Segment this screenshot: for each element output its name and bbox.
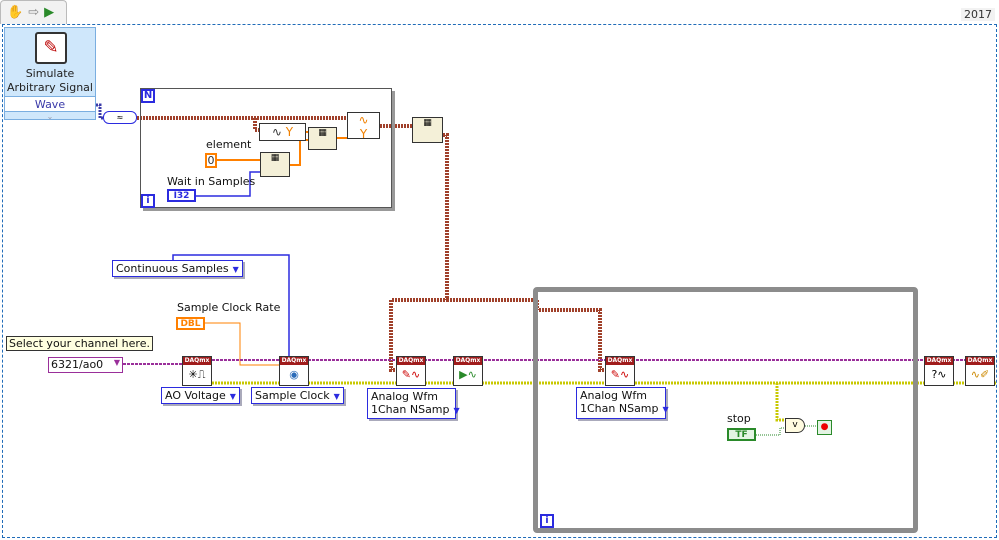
wait-in-samples-label: Wait in Samples <box>167 175 256 188</box>
sample-clock-ring[interactable]: Sample Clock ▼ <box>251 387 344 404</box>
loop-count-terminal[interactable]: N <box>141 89 155 103</box>
dropdown-arrow-icon: ▼ <box>453 406 460 415</box>
build-waveform-node[interactable]: ∿ Y <box>347 112 380 141</box>
waveform-wire <box>96 103 103 120</box>
stop-control[interactable]: TF <box>727 428 756 441</box>
daqmx-wait-until-done[interactable]: DAQmx ?∿ <box>924 356 954 386</box>
dropdown-arrow-icon: ▼ <box>232 265 239 274</box>
numeric-wire <box>205 322 279 366</box>
write-type-ring[interactable]: Analog Wfm 1Chan NSamp ▼ <box>367 388 460 419</box>
stop-label: stop <box>727 412 751 425</box>
create-channel-icon: ✳⎍ <box>188 368 206 381</box>
channel-comment: Select your channel here. <box>6 336 153 351</box>
iteration-terminal: i <box>141 194 155 208</box>
write-type-ring-loop[interactable]: Analog Wfm 1Chan NSamp ▼ <box>576 387 669 419</box>
daqmx-clear-task[interactable]: DAQmx ∿✐ <box>965 356 995 386</box>
index-array-node[interactable]: ▦ <box>412 117 443 143</box>
eraser-icon: ∿✐ <box>970 368 990 381</box>
dropdown-arrow-icon: ▼ <box>662 405 669 414</box>
element-constant[interactable]: 0 <box>205 153 217 168</box>
daqmx-create-channel[interactable]: DAQmx ✳⎍ <box>182 356 212 386</box>
sample-clock-rate-control[interactable]: DBL <box>176 317 205 330</box>
sample-clock-rate-label: Sample Clock Rate <box>177 301 281 314</box>
channel-control[interactable]: 6321/ao0 ▼ <box>48 357 123 373</box>
ao-voltage-ring[interactable]: AO Voltage ▼ <box>161 387 240 404</box>
wave-icon: ∿ <box>271 125 286 139</box>
daqmx-write[interactable]: DAQmx ✎∿ <box>396 356 426 386</box>
get-waveform-components-node[interactable]: ∿ Y <box>259 123 306 141</box>
while-iteration-terminal: i <box>540 514 554 528</box>
signal-pen-icon: ✎ <box>35 32 67 64</box>
dropdown-arrow-icon: ▼ <box>113 358 120 367</box>
wait-question-icon: ?∿ <box>931 368 947 381</box>
daqmx-write-in-loop[interactable]: DAQmx ✎∿ <box>605 356 635 386</box>
clock-icon: ◉ <box>289 368 299 381</box>
initialize-array-node[interactable]: ▦ <box>260 152 290 177</box>
write-pencil-icon: ✎∿ <box>401 368 421 381</box>
daqmx-start-task[interactable]: DAQmx ▶∿ <box>453 356 483 386</box>
dropdown-arrow-icon: ▼ <box>229 392 236 401</box>
wave-output[interactable]: Wave <box>5 96 95 112</box>
build-array-node[interactable]: ▦ <box>308 127 337 150</box>
expand-chevron-icon[interactable]: ⌄ <box>5 112 95 121</box>
wait-in-samples-control[interactable]: I32 <box>167 189 196 202</box>
start-icon: ▶∿ <box>459 368 477 381</box>
convert-from-dynamic-node[interactable]: ≈ <box>103 111 137 124</box>
dropdown-arrow-icon: ▼ <box>333 392 340 401</box>
daqmx-timing[interactable]: DAQmx ◉ <box>279 356 309 386</box>
write-pencil-icon: ✎∿ <box>610 368 630 381</box>
sample-mode-ring[interactable]: Continuous Samples ▼ <box>112 260 243 277</box>
simulate-arbitrary-signal-vi[interactable]: ✎ Simulate Arbitrary Signal Wave ⌄ <box>4 27 96 121</box>
or-function[interactable]: v <box>785 418 805 433</box>
stop-condition-icon[interactable]: ● <box>817 420 832 435</box>
element-label: element <box>206 138 252 151</box>
